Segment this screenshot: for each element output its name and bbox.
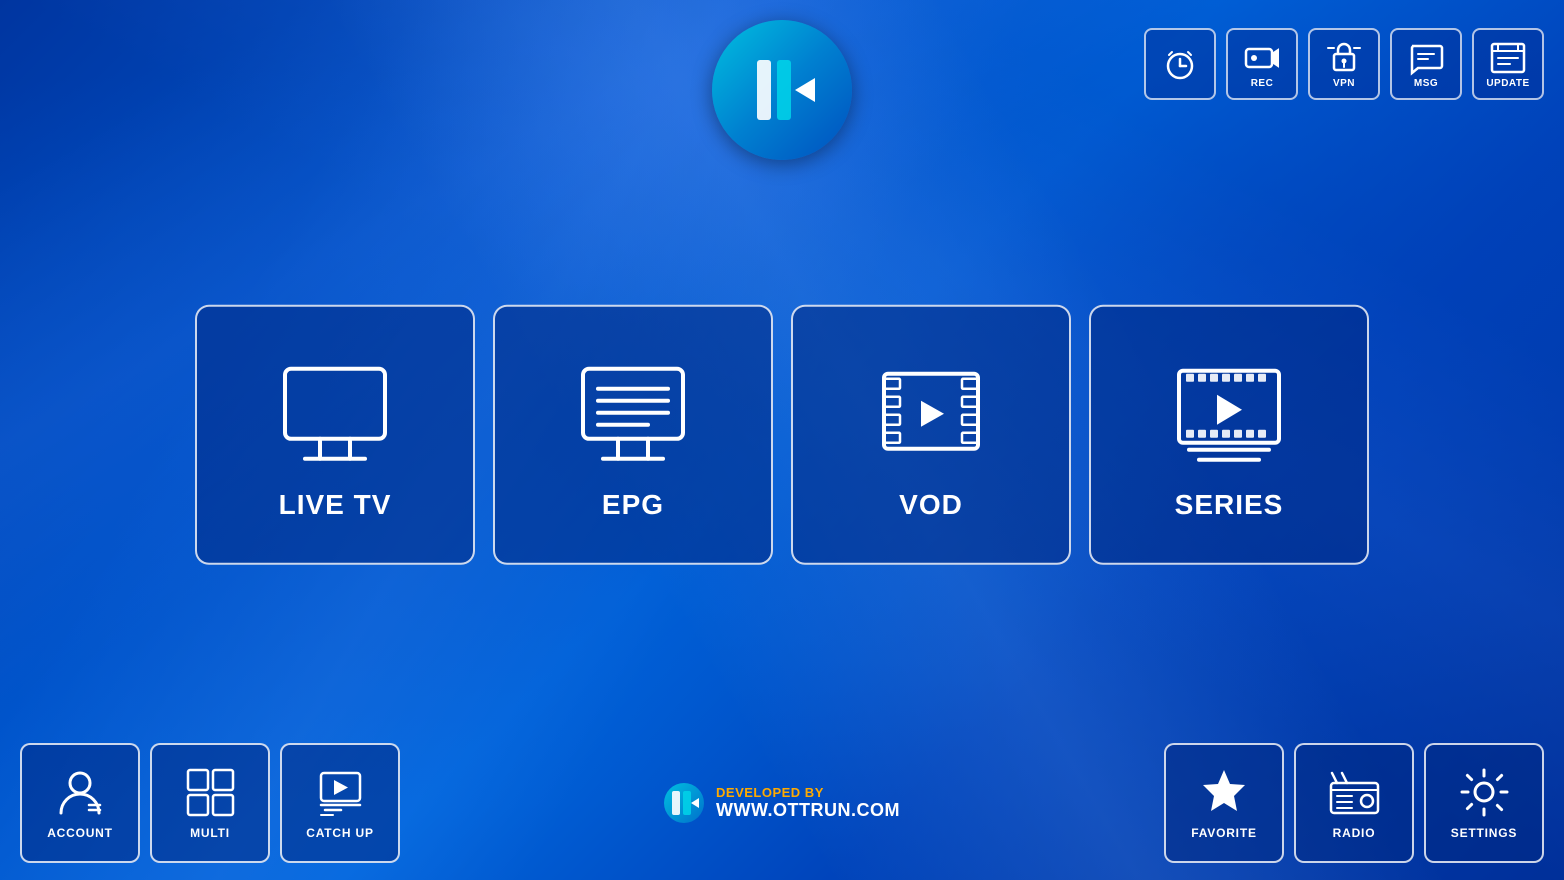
settings-label: SETTINGS — [1451, 826, 1517, 840]
msg-icon — [1408, 40, 1444, 76]
series-card[interactable]: SERIES — [1089, 305, 1369, 565]
vpn-icon — [1326, 40, 1362, 76]
bottom-branding: DEVELOPED BY WWW.OTTRUN.COM — [664, 783, 900, 823]
vpn-label: VPN — [1333, 78, 1355, 89]
multi-label: MULTI — [190, 826, 230, 840]
radio-button[interactable]: RADIO — [1294, 743, 1414, 863]
brand-text: DEVELOPED BY WWW.OTTRUN.COM — [716, 785, 900, 821]
live-tv-icon — [270, 349, 400, 479]
update-button[interactable]: UPDATE — [1472, 28, 1544, 100]
live-tv-label: LIVE TV — [279, 489, 392, 521]
developed-by-label: DEVELOPED BY — [716, 785, 900, 800]
brand-logo-small — [664, 783, 704, 823]
vod-card[interactable]: VOD — [791, 305, 1071, 565]
brand-logo-icon — [664, 783, 704, 823]
vod-label: VOD — [899, 489, 963, 521]
msg-label: MSG — [1414, 78, 1438, 89]
brand-url: WWW.OTTRUN.COM — [716, 800, 900, 821]
series-icon — [1164, 349, 1294, 479]
radio-icon — [1327, 765, 1382, 820]
favorite-icon — [1197, 765, 1252, 820]
epg-icon — [568, 349, 698, 479]
logo-icon — [737, 45, 827, 135]
account-button[interactable]: ACCOUNT — [20, 743, 140, 863]
update-label: UPDATE — [1486, 78, 1529, 89]
logo-circle — [712, 20, 852, 160]
settings-icon — [1457, 765, 1512, 820]
vpn-button[interactable]: VPN — [1308, 28, 1380, 100]
catch-up-button[interactable]: CATCH UP — [280, 743, 400, 863]
rec-button[interactable]: REC — [1226, 28, 1298, 100]
settings-button[interactable]: SETTINGS — [1424, 743, 1544, 863]
series-label: SERIES — [1175, 489, 1284, 521]
main-menu: LIVE TV EPG — [195, 305, 1369, 565]
top-right-toolbar: REC VPN MSG UPDA — [1144, 28, 1544, 100]
multi-icon — [183, 765, 238, 820]
epg-label: EPG — [602, 489, 664, 521]
catch-up-icon — [313, 765, 368, 820]
alarm-button[interactable] — [1144, 28, 1216, 100]
account-icon — [53, 765, 108, 820]
favorite-button[interactable]: FAVORITE — [1164, 743, 1284, 863]
bottom-right-buttons: FAVORITE RADIO — [1164, 743, 1544, 863]
multi-button[interactable]: MULTI — [150, 743, 270, 863]
live-tv-card[interactable]: LIVE TV — [195, 305, 475, 565]
rec-label: REC — [1251, 78, 1274, 89]
bottom-left-buttons: ACCOUNT MULTI CATCH UP — [20, 743, 400, 863]
msg-button[interactable]: MSG — [1390, 28, 1462, 100]
bottom-bar: ACCOUNT MULTI CATCH UP — [0, 725, 1564, 880]
alarm-icon — [1162, 46, 1198, 82]
brand-row: DEVELOPED BY WWW.OTTRUN.COM — [664, 783, 900, 823]
rec-icon — [1244, 40, 1280, 76]
update-icon — [1490, 40, 1526, 76]
catch-up-label: CATCH UP — [306, 826, 374, 840]
epg-card[interactable]: EPG — [493, 305, 773, 565]
app-logo — [712, 20, 852, 160]
favorite-label: FAVORITE — [1191, 826, 1257, 840]
vod-icon — [866, 349, 996, 479]
radio-label: RADIO — [1333, 826, 1376, 840]
account-label: ACCOUNT — [47, 826, 113, 840]
